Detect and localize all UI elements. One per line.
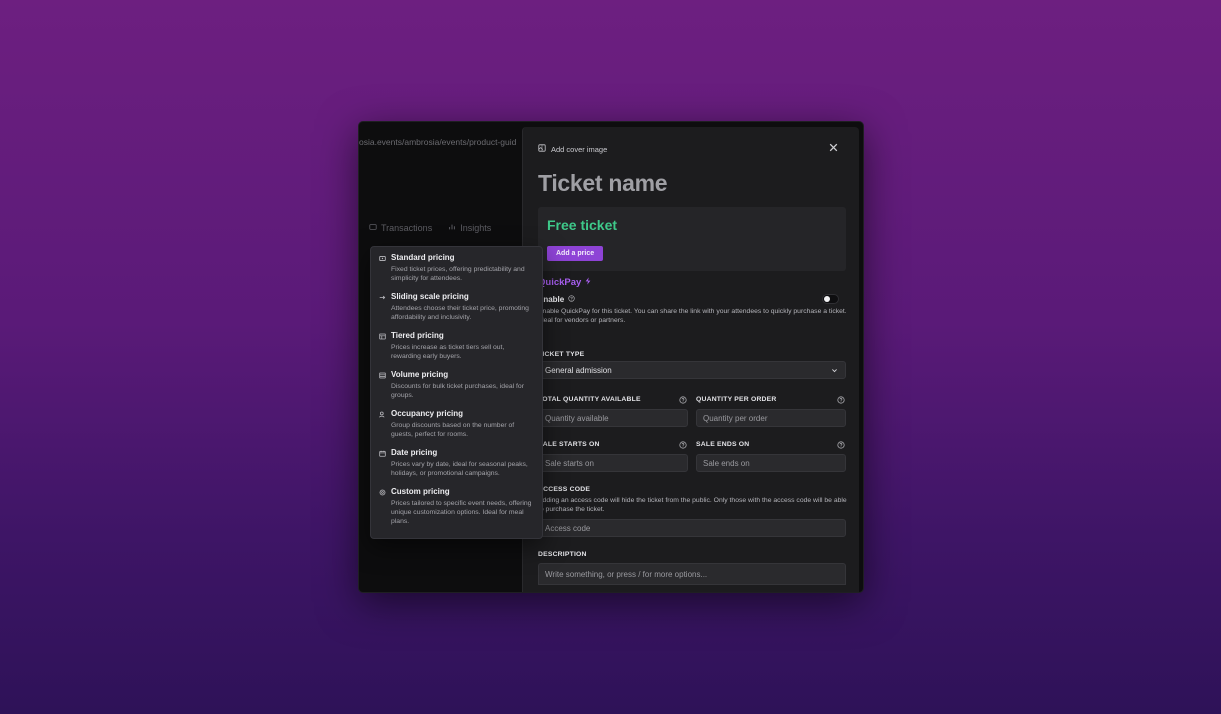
menu-item-desc: Prices vary by date, ideal for seasonal …	[391, 461, 528, 477]
ticket-type-value: General admission	[545, 365, 612, 375]
chart-icon	[448, 223, 456, 233]
menu-item-desc: Fixed ticket prices, offering predictabi…	[391, 266, 525, 282]
menu-item-desc: Prices increase as ticket tiers sell out…	[391, 344, 505, 360]
sale-ends-label: SALE ENDS ON	[696, 441, 750, 448]
quickpay-toggle[interactable]	[822, 294, 839, 304]
help-icon[interactable]	[568, 295, 575, 304]
sale-starts-label: SALE STARTS ON	[538, 441, 600, 448]
menu-item-volume-pricing[interactable]: Volume pricing Discounts for bulk ticket…	[379, 370, 534, 400]
free-ticket-label: Free ticket	[547, 217, 618, 233]
help-icon[interactable]	[679, 441, 687, 449]
tab-label: Transactions	[381, 223, 433, 233]
background-tabs: Transactions Insights	[369, 223, 491, 233]
lightning-icon	[584, 277, 592, 288]
calendar-icon	[379, 450, 386, 457]
menu-item-title: Occupancy pricing	[391, 409, 464, 418]
tag-icon	[379, 255, 386, 262]
card-icon	[369, 223, 377, 233]
tab-insights[interactable]: Insights	[448, 223, 491, 233]
stack-icon	[379, 372, 386, 379]
menu-item-standard-pricing[interactable]: Standard pricing Fixed ticket prices, of…	[379, 253, 534, 283]
sale-ends-input[interactable]	[696, 454, 846, 472]
app-window: osia.events/ambrosia/events/product-guid…	[358, 121, 864, 593]
menu-item-title: Tiered pricing	[391, 331, 444, 340]
layers-icon	[379, 333, 386, 340]
chevron-down-icon	[831, 367, 838, 374]
access-code-label: ACCESS CODE	[538, 486, 591, 493]
tab-label: Insights	[460, 223, 492, 233]
quantity-available-input[interactable]	[538, 409, 688, 427]
quickpay-title-text: QuickPay	[538, 277, 582, 288]
menu-item-title: Standard pricing	[391, 253, 455, 262]
help-icon[interactable]	[679, 396, 687, 404]
ticket-name-input[interactable]: Ticket name	[538, 170, 668, 197]
menu-item-desc: Attendees choose their ticket price, pro…	[391, 305, 529, 321]
ticket-editor-panel: Add cover image Ticket name Free ticket …	[522, 127, 859, 592]
background-url: osia.events/ambrosia/events/product-guid	[359, 137, 517, 147]
description-editor[interactable]	[538, 563, 846, 585]
add-cover-label: Add cover image	[551, 144, 608, 154]
sale-starts-input[interactable]	[538, 454, 688, 472]
quickpay-enable-label: Enable	[538, 295, 575, 304]
menu-item-title: Sliding scale pricing	[391, 292, 469, 301]
menu-item-sliding-scale-pricing[interactable]: Sliding scale pricing Attendees choose t…	[379, 292, 534, 322]
price-box: Free ticket Add a price	[538, 207, 846, 271]
total-quantity-label: TOTAL QUANTITY AVAILABLE	[538, 396, 641, 403]
quickpay-description: Enable QuickPay for this ticket. You can…	[538, 308, 847, 324]
menu-item-desc: Discounts for bulk ticket purchases, ide…	[391, 383, 524, 399]
menu-item-title: Date pricing	[391, 448, 438, 457]
arrow-right-icon	[379, 294, 386, 301]
close-icon[interactable]	[828, 142, 839, 153]
access-code-description: Adding an access code will hide the tick…	[538, 497, 847, 513]
menu-item-title: Volume pricing	[391, 370, 449, 379]
help-icon[interactable]	[837, 396, 845, 404]
quickpay-title: QuickPay	[538, 277, 592, 288]
image-icon	[538, 144, 546, 154]
menu-item-date-pricing[interactable]: Date pricing Prices vary by date, ideal …	[379, 448, 534, 478]
ticket-type-label: TICKET TYPE	[538, 351, 585, 358]
menu-item-occupancy-pricing[interactable]: Occupancy pricing Group discounts based …	[379, 409, 534, 439]
quantity-per-order-label: QUANTITY PER ORDER	[696, 396, 777, 403]
tab-transactions[interactable]: Transactions	[369, 223, 432, 233]
menu-item-custom-pricing[interactable]: Custom pricing Prices tailored to specif…	[379, 487, 534, 526]
menu-item-desc: Group discounts based on the number of g…	[391, 422, 515, 438]
menu-item-title: Custom pricing	[391, 487, 450, 496]
ticket-type-select[interactable]: General admission	[538, 361, 846, 379]
add-cover-image-button[interactable]: Add cover image	[538, 144, 607, 154]
help-icon[interactable]	[837, 441, 845, 449]
menu-item-tiered-pricing[interactable]: Tiered pricing Prices increase as ticket…	[379, 331, 534, 361]
description-label: DESCRIPTION	[538, 551, 587, 558]
quantity-per-order-input[interactable]	[696, 409, 846, 427]
menu-item-desc: Prices tailored to specific event needs,…	[391, 500, 532, 525]
add-price-button[interactable]: Add a price	[547, 246, 604, 261]
access-code-input[interactable]	[538, 519, 846, 537]
people-icon	[379, 411, 386, 418]
settings-icon	[379, 489, 386, 496]
pricing-type-menu: Standard pricing Fixed ticket prices, of…	[370, 246, 543, 539]
